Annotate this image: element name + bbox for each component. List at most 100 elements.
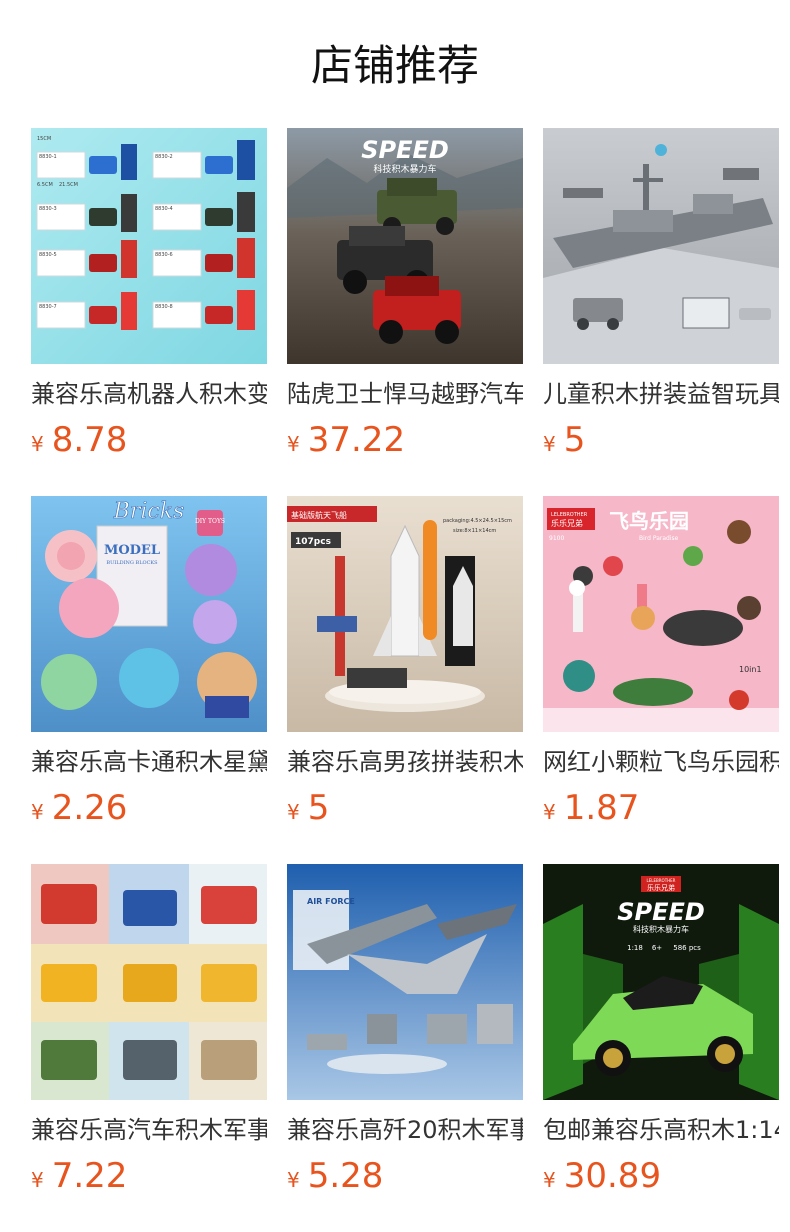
product-card[interactable]: 8830-1 8830-2 8830-3 8830-4 8830-5 8830-… — [31, 128, 267, 496]
price-value: 5 — [563, 420, 586, 460]
currency-symbol: ¥ — [287, 1168, 300, 1192]
image-label: Bricks — [113, 499, 185, 524]
image-label: 飞鸟乐园 — [609, 509, 689, 533]
product-name[interactable]: 兼容乐高机器人积木变形 — [31, 376, 267, 412]
image-label: 8830-2 — [155, 154, 173, 160]
section-title: 店铺推荐 — [310, 41, 479, 90]
image-label: 15CM — [37, 136, 51, 142]
image-label: 6+ — [652, 944, 662, 952]
image-label: LELEBROTHER — [647, 878, 676, 883]
fighter-jets-image: AIR FORCE — [287, 864, 523, 1100]
product-image[interactable]: 基础版航天飞船 107pcs packaging:4.5×24.5×15cm s… — [287, 496, 523, 732]
image-label: size:8×11×14cm — [453, 528, 496, 534]
image-label: 8830-4 — [155, 206, 173, 212]
product-card[interactable]: LELEBROTHER 乐乐兄弟 飞鸟乐园 Bird Paradise 9100… — [543, 496, 779, 864]
product-card[interactable]: Bricks DIY TOYS MODEL BUILDING BLOCKS 兼容… — [31, 496, 267, 864]
image-label: BUILDING BLOCKS — [106, 560, 158, 566]
image-label: 1:18 — [627, 944, 643, 952]
image-label: packaging:4.5×24.5×15cm — [443, 518, 512, 524]
image-label: DIY TOYS — [195, 518, 225, 525]
image-label: 6.5CM — [37, 182, 53, 188]
currency-symbol: ¥ — [287, 800, 300, 824]
product-image[interactable]: 8830-1 8830-2 8830-3 8830-4 8830-5 8830-… — [31, 128, 267, 364]
image-label: 8830-6 — [155, 252, 173, 258]
bird-paradise-blocks-image: LELEBROTHER 乐乐兄弟 飞鸟乐园 Bird Paradise 9100… — [543, 496, 779, 732]
price-value: 5 — [307, 788, 330, 828]
currency-symbol: ¥ — [31, 800, 44, 824]
image-label: LELEBROTHER — [551, 512, 588, 518]
product-price: ¥1.87 — [543, 788, 779, 828]
product-price: ¥7.22 — [31, 1156, 267, 1196]
image-label: 107pcs — [295, 537, 331, 547]
product-name[interactable]: 兼容乐高男孩拼装积木 — [287, 744, 523, 780]
image-label: AIR FORCE — [307, 897, 355, 906]
currency-symbol: ¥ — [287, 432, 300, 456]
image-label: 10in1 — [739, 665, 762, 674]
image-label: 乐乐兄弟 — [647, 883, 675, 892]
image-label: 8830-1 — [39, 154, 57, 160]
image-label: 科技积木暴力车 — [373, 163, 436, 175]
product-image[interactable]: AIR FORCE — [287, 864, 523, 1100]
product-image[interactable]: LELEBROTHER 乐乐兄弟 SPEED 科技积木暴力车 1:18 6+ 5… — [543, 864, 779, 1100]
product-image[interactable] — [543, 128, 779, 364]
product-card[interactable]: LELEBROTHER 乐乐兄弟 SPEED 科技积木暴力车 1:18 6+ 5… — [543, 864, 779, 1232]
image-label: 586 pcs — [673, 944, 701, 952]
image-label: 乐乐兄弟 — [551, 518, 583, 528]
image-label: 8830-3 — [39, 206, 57, 212]
product-price: ¥5.28 — [287, 1156, 523, 1196]
currency-symbol: ¥ — [543, 1168, 556, 1192]
product-card[interactable]: 儿童积木拼装益智玩具 ¥5 — [543, 128, 779, 496]
product-card[interactable]: 兼容乐高汽车积木军事 ¥7.22 — [31, 864, 267, 1232]
offroad-jeep-models-image: SPEED 科技积木暴力车 — [287, 128, 523, 364]
product-price: ¥8.78 — [31, 420, 267, 460]
product-name[interactable]: 兼容乐高卡通积木星黛露 — [31, 744, 267, 780]
price-value: 30.89 — [563, 1156, 662, 1196]
product-image[interactable] — [31, 864, 267, 1100]
product-image[interactable]: LELEBROTHER 乐乐兄弟 飞鸟乐园 Bird Paradise 9100… — [543, 496, 779, 732]
product-image[interactable]: Bricks DIY TOYS MODEL BUILDING BLOCKS — [31, 496, 267, 732]
product-name[interactable]: 网红小颗粒飞鸟乐园积木 — [543, 744, 779, 780]
product-price: ¥2.26 — [31, 788, 267, 828]
currency-symbol: ¥ — [31, 432, 44, 456]
image-label: 8830-8 — [155, 304, 173, 310]
product-card[interactable]: AIR FORCE 兼容乐高歼20积木军事 ¥5.28 — [287, 864, 523, 1232]
product-name[interactable]: 儿童积木拼装益智玩具 — [543, 376, 779, 412]
green-supercar-image: LELEBROTHER 乐乐兄弟 SPEED 科技积木暴力车 1:18 6+ 5… — [543, 864, 779, 1100]
product-price: ¥30.89 — [543, 1156, 779, 1196]
image-label: 8830-5 — [39, 252, 57, 258]
price-value: 37.22 — [307, 420, 406, 460]
product-card[interactable]: 基础版航天飞船 107pcs packaging:4.5×24.5×15cm s… — [287, 496, 523, 864]
price-value: 1.87 — [563, 788, 640, 828]
product-card[interactable]: SPEED 科技积木暴力车 陆虎卫士悍马越野汽车 ¥37.22 — [287, 128, 523, 496]
image-label: 8830-7 — [39, 304, 57, 310]
currency-symbol: ¥ — [543, 800, 556, 824]
product-name[interactable]: 兼容乐高汽车积木军事 — [31, 1112, 267, 1148]
product-image[interactable]: SPEED 科技积木暴力车 — [287, 128, 523, 364]
price-value: 7.22 — [51, 1156, 128, 1196]
store-recommendations-page: 店铺推荐 8830-1 8830-2 8830-3 8830-4 8830-5 … — [0, 0, 790, 1232]
image-label: Bird Paradise — [639, 535, 679, 542]
currency-symbol: ¥ — [31, 1168, 44, 1192]
product-grid: 8830-1 8830-2 8830-3 8830-4 8830-5 8830-… — [31, 128, 779, 1232]
vehicle-collection-image — [31, 864, 267, 1100]
product-name[interactable]: 包邮兼容乐高积木1:14 — [543, 1112, 779, 1148]
battleship-model-image — [543, 128, 779, 364]
image-label: SPEED — [617, 898, 705, 926]
product-price: ¥5 — [543, 420, 779, 460]
price-value: 2.26 — [51, 788, 128, 828]
image-label: SPEED — [361, 136, 449, 164]
image-label: 基础版航天飞船 — [291, 510, 347, 520]
product-name[interactable]: 陆虎卫士悍马越野汽车 — [287, 376, 523, 412]
price-value: 5.28 — [307, 1156, 384, 1196]
image-label: 科技积木暴力车 — [633, 924, 689, 934]
image-label: 9100 — [549, 535, 564, 542]
space-shuttle-model-image: 基础版航天飞船 107pcs packaging:4.5×24.5×15cm s… — [287, 496, 523, 732]
cartoon-micro-blocks-image: Bricks DIY TOYS MODEL BUILDING BLOCKS — [31, 496, 267, 732]
image-label: MODEL — [104, 543, 160, 558]
product-price: ¥5 — [287, 788, 523, 828]
image-label: 21.5CM — [59, 182, 78, 188]
product-price: ¥37.22 — [287, 420, 523, 460]
robot-vehicle-sets-image: 8830-1 8830-2 8830-3 8830-4 8830-5 8830-… — [31, 128, 267, 364]
price-value: 8.78 — [51, 420, 128, 460]
product-name[interactable]: 兼容乐高歼20积木军事 — [287, 1112, 523, 1148]
